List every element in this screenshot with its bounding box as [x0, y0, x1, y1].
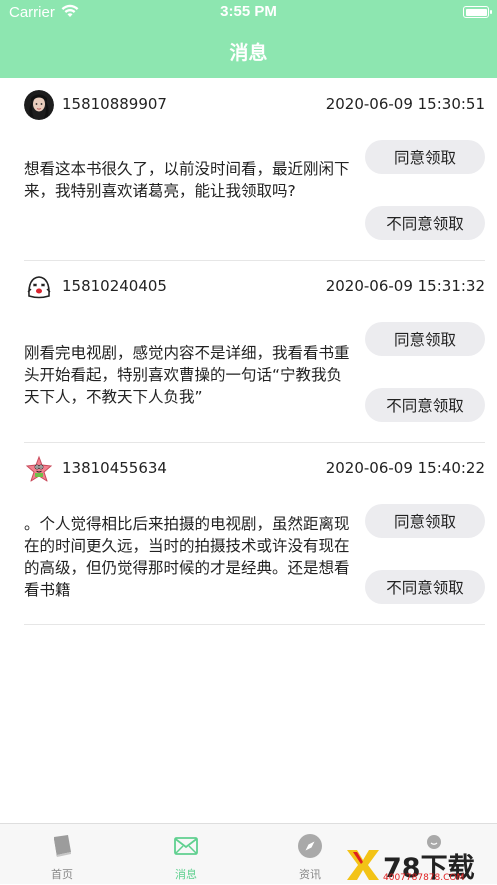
sender-phone: 13810455634: [62, 459, 167, 477]
tab-label: 消息: [175, 868, 197, 881]
disagree-button[interactable]: 不同意领取: [365, 570, 485, 604]
avatar-photo-icon: [24, 90, 54, 120]
message-content: 。个人觉得相比后来拍摄的电视剧，虽然距离现在的时间更久远，当时的拍摄技术或许没有…: [24, 515, 350, 599]
header: Carrier 3:55 PM 消息: [0, 0, 497, 78]
page-title: 消息: [229, 42, 268, 64]
message-datetime: 2020-06-09 15:31:32: [325, 277, 485, 295]
tab-label: 首页: [51, 868, 73, 881]
avatar[interactable]: [24, 272, 54, 302]
watermark-logo: 78下载 4007787878.COM: [345, 846, 497, 884]
status-time: 3:55 PM: [220, 3, 277, 20]
message-item: 15810240405 2020-06-09 15:31:32 刚看完电视剧，感…: [24, 260, 485, 443]
disagree-button[interactable]: 不同意领取: [365, 388, 485, 422]
sender-phone: 15810240405: [62, 277, 167, 295]
avatar[interactable]: [24, 454, 54, 484]
sender-phone: 15810889907: [62, 95, 167, 113]
status-bar: Carrier 3:55 PM: [0, 0, 497, 26]
mail-icon: [174, 837, 198, 855]
message-datetime: 2020-06-09 15:40:22: [325, 459, 485, 477]
tab-messages[interactable]: 消息: [124, 824, 248, 884]
book-icon: [54, 835, 71, 857]
avatar-starfish-icon: [24, 454, 54, 484]
battery-icon: [463, 6, 492, 18]
agree-button[interactable]: 同意领取: [365, 504, 485, 538]
x-logo-icon: [347, 850, 379, 880]
avatar[interactable]: [24, 90, 54, 120]
message-item: 15810889907 2020-06-09 15:30:51 想看这本书很久了…: [24, 78, 485, 261]
agree-button[interactable]: 同意领取: [365, 322, 485, 356]
avatar-cartoon-icon: [24, 272, 54, 302]
tab-home[interactable]: 首页: [0, 824, 124, 884]
agree-button[interactable]: 同意领取: [365, 140, 485, 174]
watermark-url: 4007787878.COM: [383, 873, 465, 883]
disagree-button[interactable]: 不同意领取: [365, 206, 485, 240]
compass-icon: [298, 834, 322, 858]
message-content: 刚看完电视剧，感觉内容不是详细，我看看书重头开始看起，特别喜欢曹操的一句话“宁教…: [24, 344, 350, 406]
message-datetime: 2020-06-09 15:30:51: [325, 95, 485, 113]
message-content: 想看这本书很久了，以前没时间看，最近刚闲下来，我特别喜欢诸葛亮，能让我领取吗?: [24, 160, 350, 200]
message-item: 13810455634 2020-06-09 15:40:22 。个人觉得相比后…: [24, 442, 485, 625]
